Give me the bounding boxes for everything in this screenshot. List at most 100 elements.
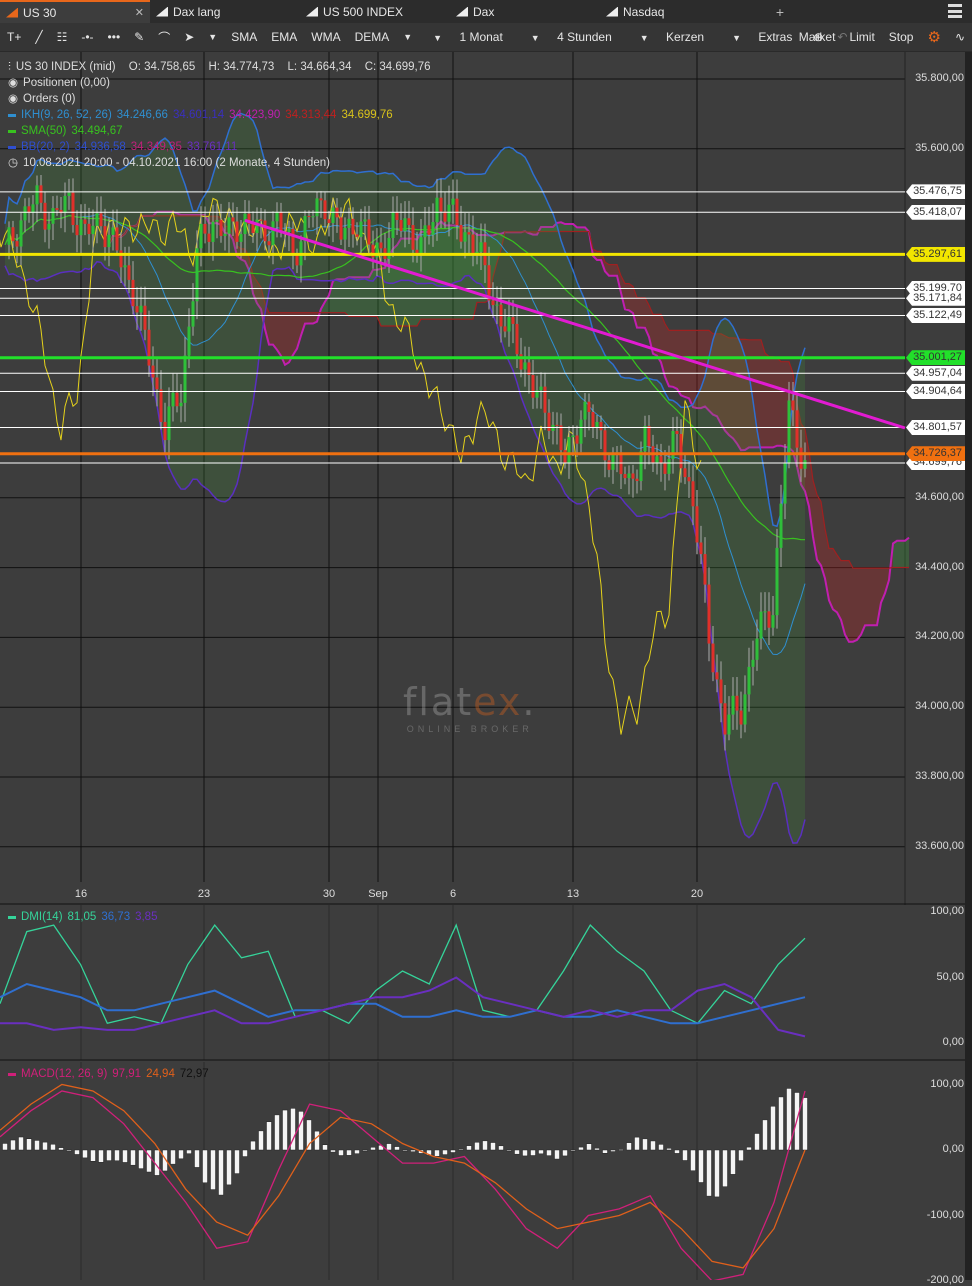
candle-body — [580, 420, 583, 444]
macd-histogram-bar — [403, 1150, 408, 1151]
candle-body — [608, 460, 611, 470]
candle-body — [660, 456, 663, 463]
candle-body — [136, 306, 139, 312]
macd-histogram-bar — [331, 1150, 336, 1152]
tab-dax-lang[interactable]: Dax lang — [150, 0, 300, 23]
fibonacci-tool-icon[interactable]: ☷ — [57, 30, 68, 44]
date-range: 10.08.2021 20:00 - 04.10.2021 16:00 (2 M… — [23, 155, 330, 171]
tab-dax[interactable]: Dax — [450, 0, 600, 23]
indicator-dema[interactable]: DEMA — [355, 30, 390, 44]
tab-label: Nasdaq — [623, 5, 664, 19]
dmi-panel[interactable] — [0, 905, 972, 1061]
bb-legend[interactable]: BB(20, 2)34.936,5834.349,3533.761,11 — [8, 139, 431, 155]
macd-histogram-bar — [651, 1141, 656, 1150]
macd-histogram-bar — [227, 1150, 232, 1185]
indicators-dropdown-icon[interactable]: ▼ — [403, 32, 412, 42]
interval-select[interactable]: ▼ 4 Stunden — [524, 30, 619, 44]
y-tick-label: 33.600,00 — [915, 840, 964, 852]
positions-row[interactable]: ◉Positionen (0,00) — [8, 75, 431, 91]
candle-body — [556, 425, 559, 426]
dmi-legend[interactable]: DMI(14)81,0536,733,85 — [8, 911, 157, 923]
pulse-icon[interactable]: ∿ — [955, 30, 965, 44]
indicator-ema[interactable]: EMA — [271, 30, 297, 44]
dmi-label: DMI(14) — [21, 911, 63, 923]
candle-body — [164, 422, 167, 440]
orders-row[interactable]: ◉Orders (0) — [8, 91, 431, 107]
candle-body — [192, 301, 195, 326]
settings-icon[interactable]: ⚙ — [927, 28, 940, 46]
macd-histogram-bar — [747, 1147, 752, 1150]
text-tool-icon[interactable]: T+ — [7, 30, 21, 44]
extras-select[interactable]: ▼ Extras — [725, 30, 799, 44]
menu-icon[interactable] — [948, 4, 962, 18]
candle-body — [168, 406, 171, 440]
dmi-value: 3,85 — [135, 911, 157, 923]
candle-body — [316, 198, 319, 216]
level-price-label: 34.726,37 — [906, 446, 965, 461]
candle-body — [184, 356, 187, 403]
arc-tool-icon[interactable]: ⌒ — [158, 29, 170, 46]
candle-body — [252, 224, 255, 233]
candle-body — [624, 474, 627, 478]
candle-body — [644, 426, 647, 451]
macd-legend[interactable]: MACD(12, 26, 9)97,9124,9472,97 — [8, 1068, 209, 1080]
macd-histogram-bar — [515, 1150, 520, 1154]
macd-histogram-bar — [171, 1150, 176, 1164]
candle-body — [108, 235, 111, 247]
scrollbar[interactable] — [965, 52, 972, 1280]
open-value: O: 34.758,65 — [129, 59, 196, 75]
close-tab-icon[interactable]: ✕ — [135, 6, 144, 19]
stop-order-button[interactable]: Stop — [889, 30, 914, 44]
candle-body — [572, 436, 575, 438]
line-tool-icon[interactable]: ╱ — [35, 30, 42, 44]
sma-value: 34.494,67 — [71, 123, 122, 139]
tab-us30[interactable]: US 30✕ — [0, 0, 150, 23]
add-tab-button[interactable]: + — [760, 0, 800, 23]
price-chart[interactable] — [0, 52, 972, 905]
ichimoku-cloud-segment — [869, 568, 873, 625]
ichimoku-cloud-segment — [857, 568, 861, 640]
candle-body — [676, 431, 679, 434]
candle-body — [804, 460, 807, 469]
candle-body — [324, 200, 327, 219]
limit-order-button[interactable]: Limit — [849, 30, 874, 44]
dmi-y-tick: 0,00 — [943, 1036, 964, 1048]
macd-histogram-bar — [699, 1150, 704, 1182]
dotted-line-icon[interactable]: ••• — [108, 30, 121, 44]
macd-histogram-bar — [435, 1150, 440, 1156]
macd-histogram-bar — [347, 1150, 352, 1155]
period-select[interactable]: ▼ 1 Monat — [426, 30, 510, 44]
indicator-sma[interactable]: SMA — [231, 30, 257, 44]
indicator-wma[interactable]: WMA — [311, 30, 340, 44]
macd-line-Signal — [0, 1085, 805, 1268]
tab-us500[interactable]: US 500 INDEX — [300, 0, 450, 23]
macd-histogram-bar — [19, 1137, 24, 1150]
indicator-settings-icon[interactable]: ⫶ — [8, 59, 11, 75]
pen-tool-icon[interactable]: ✎ — [134, 30, 144, 44]
chart-type-select[interactable]: ▼ Kerzen — [633, 30, 711, 44]
market-order-button[interactable]: Market — [799, 30, 836, 44]
cursor-tool-icon[interactable]: ➤ — [184, 30, 194, 44]
candle-body — [100, 213, 103, 226]
candle-body — [20, 220, 23, 246]
macd-histogram-bar — [195, 1150, 200, 1167]
tools-dropdown-icon[interactable]: ▼ — [208, 32, 217, 42]
ikh-value: 34.423,90 — [229, 107, 280, 123]
candle-body — [544, 387, 547, 413]
horizontal-line-icon[interactable]: -•- — [81, 30, 93, 44]
candle-body — [320, 198, 323, 200]
candle-body — [32, 204, 35, 213]
macd-histogram-bar — [43, 1142, 48, 1150]
candle-body — [396, 213, 399, 220]
y-tick-label: 34.200,00 — [915, 630, 964, 642]
y-tick-label: 33.800,00 — [915, 770, 964, 782]
ikh-legend[interactable]: IKH(9, 26, 52, 26)34.246,6634.601,1434.4… — [8, 107, 431, 123]
ichimoku-cloud-segment — [337, 279, 341, 313]
macd-histogram-bar — [595, 1148, 600, 1150]
macd-y-tick: -100,00 — [927, 1209, 964, 1221]
candle-body — [784, 463, 787, 504]
candle-body — [712, 644, 715, 673]
tab-nasdaq[interactable]: Nasdaq — [600, 0, 750, 23]
sma-legend[interactable]: SMA(50)34.494,67 — [8, 123, 431, 139]
macd-panel[interactable] — [0, 1062, 972, 1280]
